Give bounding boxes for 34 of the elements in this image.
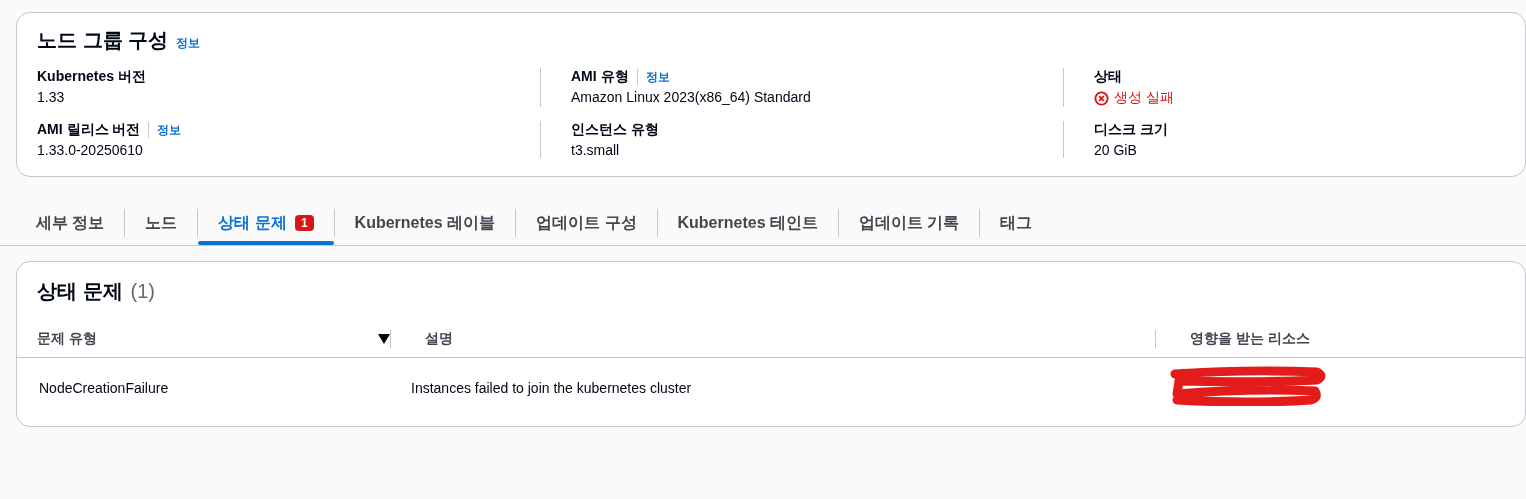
field-value: Amazon Linux 2023(x86_64) Standard [571, 89, 812, 105]
field-label: 상태 [1094, 68, 1122, 86]
tab[interactable]: Kubernetes 레이블 [334, 201, 516, 245]
error-icon [1094, 90, 1109, 106]
tab[interactable]: 세부 정보 [16, 201, 125, 245]
field-value: t3.small [571, 142, 621, 158]
tab[interactable]: 업데이트 구성 [516, 201, 657, 245]
tab[interactable]: 업데이트 기록 [839, 201, 980, 245]
info-link[interactable]: 정보 [157, 121, 182, 139]
issue-count: (1) [130, 280, 155, 303]
column-header[interactable]: 설명 [425, 330, 453, 348]
table-cell-text: NodeCreationFailure [38, 380, 170, 396]
count-badge: 1 [294, 215, 314, 231]
field-value: 1.33.0-20250610 [37, 142, 144, 158]
field-value: 1.33 [37, 89, 66, 105]
tab[interactable]: 노드 [125, 201, 198, 245]
field-label: Kubernetes 버전 [37, 68, 146, 86]
field-label: AMI 릴리스 버전 [37, 121, 141, 139]
status-value: 생성 실패 [1094, 89, 1526, 107]
section-title: 상태 문제 [37, 279, 123, 304]
tab[interactable]: Kubernetes 테인트 [657, 201, 838, 245]
info-link[interactable]: 정보 [176, 35, 201, 52]
column-header[interactable]: 문제 유형 [37, 330, 97, 348]
sort-down-icon[interactable] [378, 334, 390, 344]
tab[interactable]: 상태 문제 1 [198, 201, 334, 245]
field-label: AMI 유형 [571, 68, 629, 86]
field-label: 디스크 크기 [1094, 121, 1168, 139]
field-value: 20 GiB [1094, 142, 1138, 158]
field-label: 인스턴스 유형 [571, 121, 659, 139]
info-link[interactable]: 정보 [645, 68, 670, 86]
tab[interactable]: 태그 [980, 201, 1053, 245]
section-title: 노드 그룹 구성 [37, 28, 169, 53]
table-cell-text: Instances failed to join the kubernetes cluster [410, 380, 693, 396]
column-header[interactable]: 영향을 받는 리소스 [1190, 330, 1310, 348]
